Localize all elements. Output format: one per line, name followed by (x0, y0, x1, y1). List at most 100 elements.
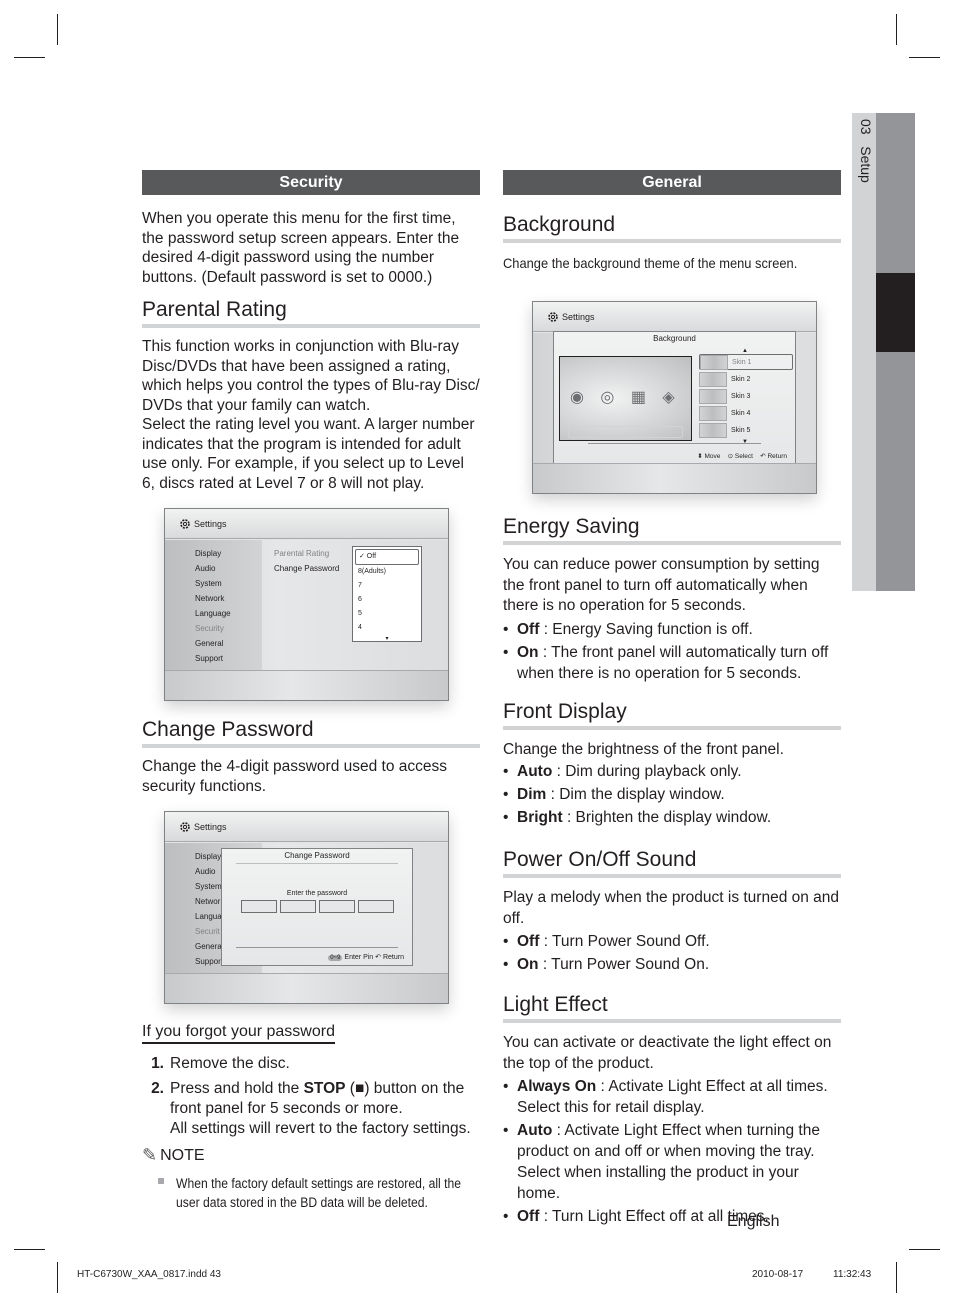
background-screen: Settings Background ◉ ◎ ▦ ◈ ▲ Skin 1 Ski… (532, 301, 817, 494)
menu-item-general[interactable]: General (195, 636, 262, 651)
rating-option[interactable]: 8(Adults) (355, 565, 419, 579)
light-effect-option-auto: Auto : Activate Light Effect when turnin… (503, 1120, 841, 1204)
rating-dropdown[interactable]: ✓ Off 8(Adults) 7 6 5 4 ▾ (352, 546, 422, 642)
forgot-steps: 1. Remove the disc. 2. Press and hold th… (142, 1054, 480, 1139)
energy-saving-text: You can reduce power consumption by sett… (503, 556, 820, 614)
front-display-option-bright: Bright : Brighten the display window. (503, 807, 841, 828)
energy-option-off: Off : Energy Saving function is off. (503, 619, 841, 640)
power-sound-text: Play a melody when the product is turned… (503, 889, 840, 927)
dialog-footer: 0~9 Enter Pin ↶ Return (328, 953, 404, 961)
heading-background: Background (503, 212, 841, 243)
rating-option[interactable]: 5 (355, 607, 419, 621)
crop-mark (57, 1262, 58, 1293)
power-sound-option-off: Off : Turn Power Sound Off. (503, 931, 841, 952)
heading-energy-saving: Energy Saving (503, 514, 841, 545)
submenu-parental-rating[interactable]: Parental Rating (274, 546, 339, 561)
dialog-title: Change Password (236, 849, 398, 864)
left-column: Security When you operate this menu for … (142, 170, 480, 1212)
heading-light-effect: Light Effect (503, 992, 841, 1023)
light-effect-text: You can activate or deactivate the light… (503, 1034, 832, 1072)
gear-icon (180, 821, 190, 832)
gear-icon (548, 311, 558, 322)
heading-front-display: Front Display (503, 699, 841, 730)
rating-option[interactable]: 7 (355, 579, 419, 593)
background-preview: ◉ ◎ ▦ ◈ (559, 356, 692, 441)
screen-header: Settings (165, 509, 448, 539)
select-icon: ⊙ (727, 453, 734, 460)
print-date: 2010-08-17 (752, 1269, 804, 1280)
skin-item[interactable]: Skin 3 (699, 388, 793, 404)
pin-entry (222, 900, 412, 913)
heading-power-sound: Power On/Off Sound (503, 847, 841, 878)
return-icon: ↶ (375, 954, 382, 961)
crop-mark (57, 14, 58, 45)
chapter-tab-active-marker (876, 273, 915, 352)
right-column: General Background Change the background… (503, 170, 841, 1227)
pin-digit-field[interactable] (240, 900, 277, 913)
crop-mark (14, 1249, 45, 1250)
section-bar-general: General (503, 170, 841, 195)
rating-option-selected[interactable]: ✓ Off (355, 549, 419, 565)
skin-item[interactable]: Skin 5 (699, 422, 793, 438)
password-prompt: Enter the password (286, 890, 348, 897)
power-sound-option-on: On : Turn Power Sound On. (503, 954, 841, 975)
square-bullet-icon (158, 1178, 164, 1184)
print-time: 11:32:43 (833, 1269, 872, 1280)
chapter-tab: 03 Setup (852, 113, 915, 591)
step-item: 1. Remove the disc. (151, 1055, 290, 1072)
heading-parental-rating: Parental Rating (142, 297, 480, 328)
crop-mark (896, 14, 897, 45)
menu-item-network[interactable]: Network (195, 591, 262, 606)
crop-mark (896, 1262, 897, 1293)
light-effect-option-off: Off : Turn Light Effect off at all times… (503, 1206, 841, 1227)
rating-option[interactable]: 6 (355, 593, 419, 607)
crop-mark (909, 1249, 940, 1250)
change-password-screen: Settings Display Audio System Networ Lan… (164, 811, 449, 1004)
note-item: When the factory default settings are re… (142, 1174, 480, 1212)
heading-forgot-password: If you forgot your password (142, 1022, 335, 1044)
submenu-change-password[interactable]: Change Password (274, 561, 339, 576)
menu-item-security[interactable]: Security (195, 621, 262, 636)
keypad-icon: 0~9 (328, 955, 343, 961)
light-effect-option-always-on: Always On : Activate Light Effect at all… (503, 1076, 841, 1118)
scroll-down-icon[interactable]: ▼ (699, 439, 791, 445)
crop-mark (909, 57, 940, 58)
parental-rating-text-1: This function works in conjunction with … (142, 338, 480, 414)
print-file-name: HT-C6730W_XAA_0817.indd 43 (77, 1269, 221, 1280)
enter-pin-label: Enter Pin (344, 954, 374, 961)
menu-item-system[interactable]: System (195, 576, 262, 591)
dialog-title: Background (653, 334, 696, 343)
chapter-label: 03 Setup (858, 119, 874, 183)
skin-list: ▲ Skin 1 Skin 2 Skin 3 Skin 4 Skin 5 ▼ (699, 348, 793, 445)
pin-digit-field[interactable] (357, 900, 394, 913)
scroll-down-icon[interactable]: ▾ (355, 635, 419, 643)
change-password-text: Change the 4-digit password used to acce… (142, 758, 448, 795)
skin-item[interactable]: Skin 2 (699, 371, 793, 387)
security-intro: When you operate this menu for the first… (142, 210, 460, 286)
skin-item[interactable]: Skin 1 (699, 354, 793, 370)
menu-item-display[interactable]: Display (195, 546, 262, 561)
menu-item-language[interactable]: Language (195, 606, 262, 621)
pin-digit-field[interactable] (318, 900, 355, 913)
front-display-option-dim: Dim : Dim the display window. (503, 784, 841, 805)
return-icon: ↶ (760, 453, 766, 460)
skin-item[interactable]: Skin 4 (699, 405, 793, 421)
rating-option[interactable]: 4 (355, 621, 419, 635)
dialog-footer: ⬍ Move ⊙ Select ↶ Return (697, 453, 787, 460)
settings-menu: Display Audio System Network Language Se… (165, 540, 262, 670)
step-item: 2. Press and hold the STOP (■) button on… (151, 1080, 471, 1137)
energy-option-on: On : The front panel will automatically … (503, 642, 841, 684)
menu-item-support[interactable]: Support (195, 651, 262, 666)
parental-rating-screen: Settings Display Audio System Network La… (164, 508, 449, 701)
gear-icon (180, 518, 190, 529)
pin-digit-field[interactable] (279, 900, 316, 913)
front-display-text: Change the brightness of the front panel… (503, 740, 784, 758)
security-submenu: Parental Rating Change Password (274, 546, 339, 576)
parental-rating-text-2: Select the rating level you want. A larg… (142, 416, 475, 492)
background-dialog: Background ◉ ◎ ▦ ◈ ▲ Skin 1 Skin 2 Skin … (553, 331, 796, 465)
section-bar-security: Security (142, 170, 480, 195)
move-icon: ⬍ (697, 453, 703, 460)
note-header: ✎ NOTE (142, 1145, 205, 1165)
front-display-option-auto: Auto : Dim during playback only. (503, 761, 841, 782)
menu-item-audio[interactable]: Audio (195, 561, 262, 576)
